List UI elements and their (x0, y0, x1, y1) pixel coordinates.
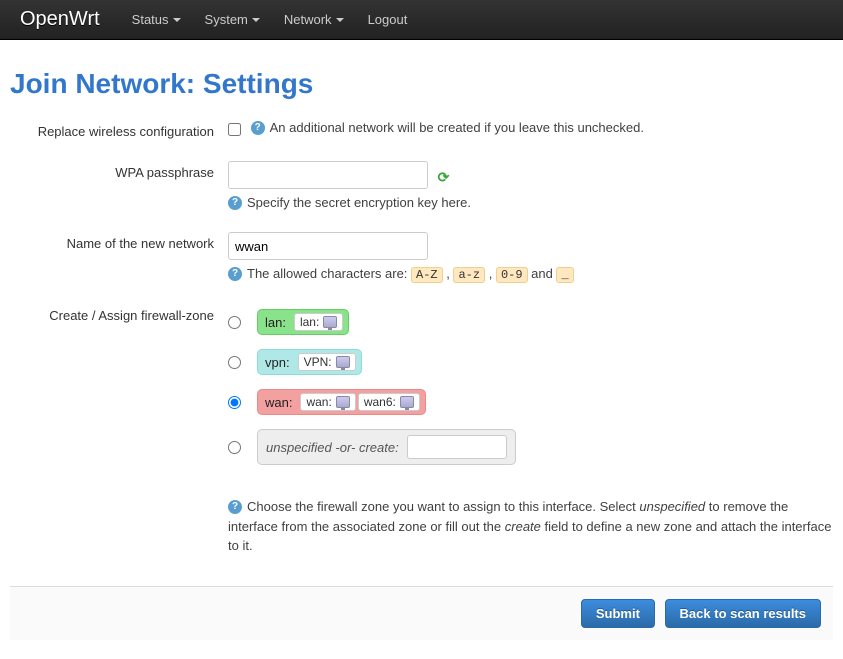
navbar: OpenWrt Status System Network Logout (0, 0, 843, 40)
zone-option-lan[interactable]: lan: lan: (228, 309, 833, 335)
netname-input[interactable] (228, 232, 428, 260)
zone-radio-wan[interactable] (228, 396, 241, 409)
network-port-icon (323, 316, 337, 328)
zone-radio-vpn[interactable] (228, 356, 241, 369)
iface-chip: wan: (300, 393, 355, 411)
nav-network[interactable]: Network (272, 2, 356, 37)
row-replace: Replace wireless configuration ? An addit… (10, 120, 833, 139)
chevron-down-icon (252, 18, 260, 22)
zone-hint: ?Choose the firewall zone you want to as… (228, 497, 833, 556)
iface-chip: lan: (294, 313, 343, 331)
zone-badge-lan: lan: lan: (257, 309, 349, 335)
network-port-icon (336, 356, 350, 368)
footer-bar: Submit Back to scan results (10, 586, 833, 640)
brand: OpenWrt (20, 8, 100, 31)
iface-chip: VPN: (298, 353, 356, 371)
replace-checkbox[interactable] (228, 123, 241, 136)
network-port-icon (400, 396, 414, 408)
back-button[interactable]: Back to scan results (665, 599, 821, 628)
iface-chip: wan6: (358, 393, 420, 411)
zone-create-input[interactable] (407, 435, 507, 459)
help-icon[interactable]: ? (228, 196, 242, 210)
zone-option-vpn[interactable]: vpn: VPN: (228, 349, 833, 375)
help-icon[interactable]: ? (228, 500, 242, 514)
label-replace: Replace wireless configuration (10, 120, 228, 139)
zone-badge-wan: wan: wan: wan6: (257, 389, 426, 415)
row-zone: Create / Assign firewall-zone lan: lan: … (10, 304, 833, 556)
chevron-down-icon (336, 18, 344, 22)
zone-option-wan[interactable]: wan: wan: wan6: (228, 389, 833, 415)
replace-hint: An additional network will be created if… (270, 120, 644, 135)
chevron-down-icon (173, 18, 181, 22)
nav-status[interactable]: Status (120, 2, 193, 37)
label-zone: Create / Assign firewall-zone (10, 304, 228, 323)
label-passphrase: WPA passphrase (10, 161, 228, 180)
passphrase-hint: Specify the secret encryption key here. (247, 195, 471, 210)
submit-button[interactable]: Submit (581, 599, 655, 628)
passphrase-input[interactable] (228, 161, 428, 189)
zone-radio-unspecified[interactable] (228, 441, 241, 454)
zone-badge-vpn: vpn: VPN: (257, 349, 362, 375)
row-passphrase: WPA passphrase ? Specify the secret encry… (10, 161, 833, 210)
network-port-icon (336, 396, 350, 408)
label-netname: Name of the new network (10, 232, 228, 251)
zone-badge-unspecified: unspecified -or- create: (257, 429, 516, 465)
nav-system[interactable]: System (193, 2, 272, 37)
row-netname: Name of the new network ?The allowed cha… (10, 232, 833, 282)
reveal-password-icon[interactable] (438, 169, 452, 183)
zone-option-unspecified[interactable]: unspecified -or- create: (228, 429, 833, 465)
help-icon[interactable]: ? (251, 121, 265, 135)
zone-radio-lan[interactable] (228, 316, 241, 329)
page-title: Join Network: Settings (10, 68, 833, 100)
netname-hint: ?The allowed characters are: A-Z , a-z ,… (228, 266, 833, 282)
help-icon[interactable]: ? (228, 267, 242, 281)
nav-logout[interactable]: Logout (356, 2, 420, 37)
